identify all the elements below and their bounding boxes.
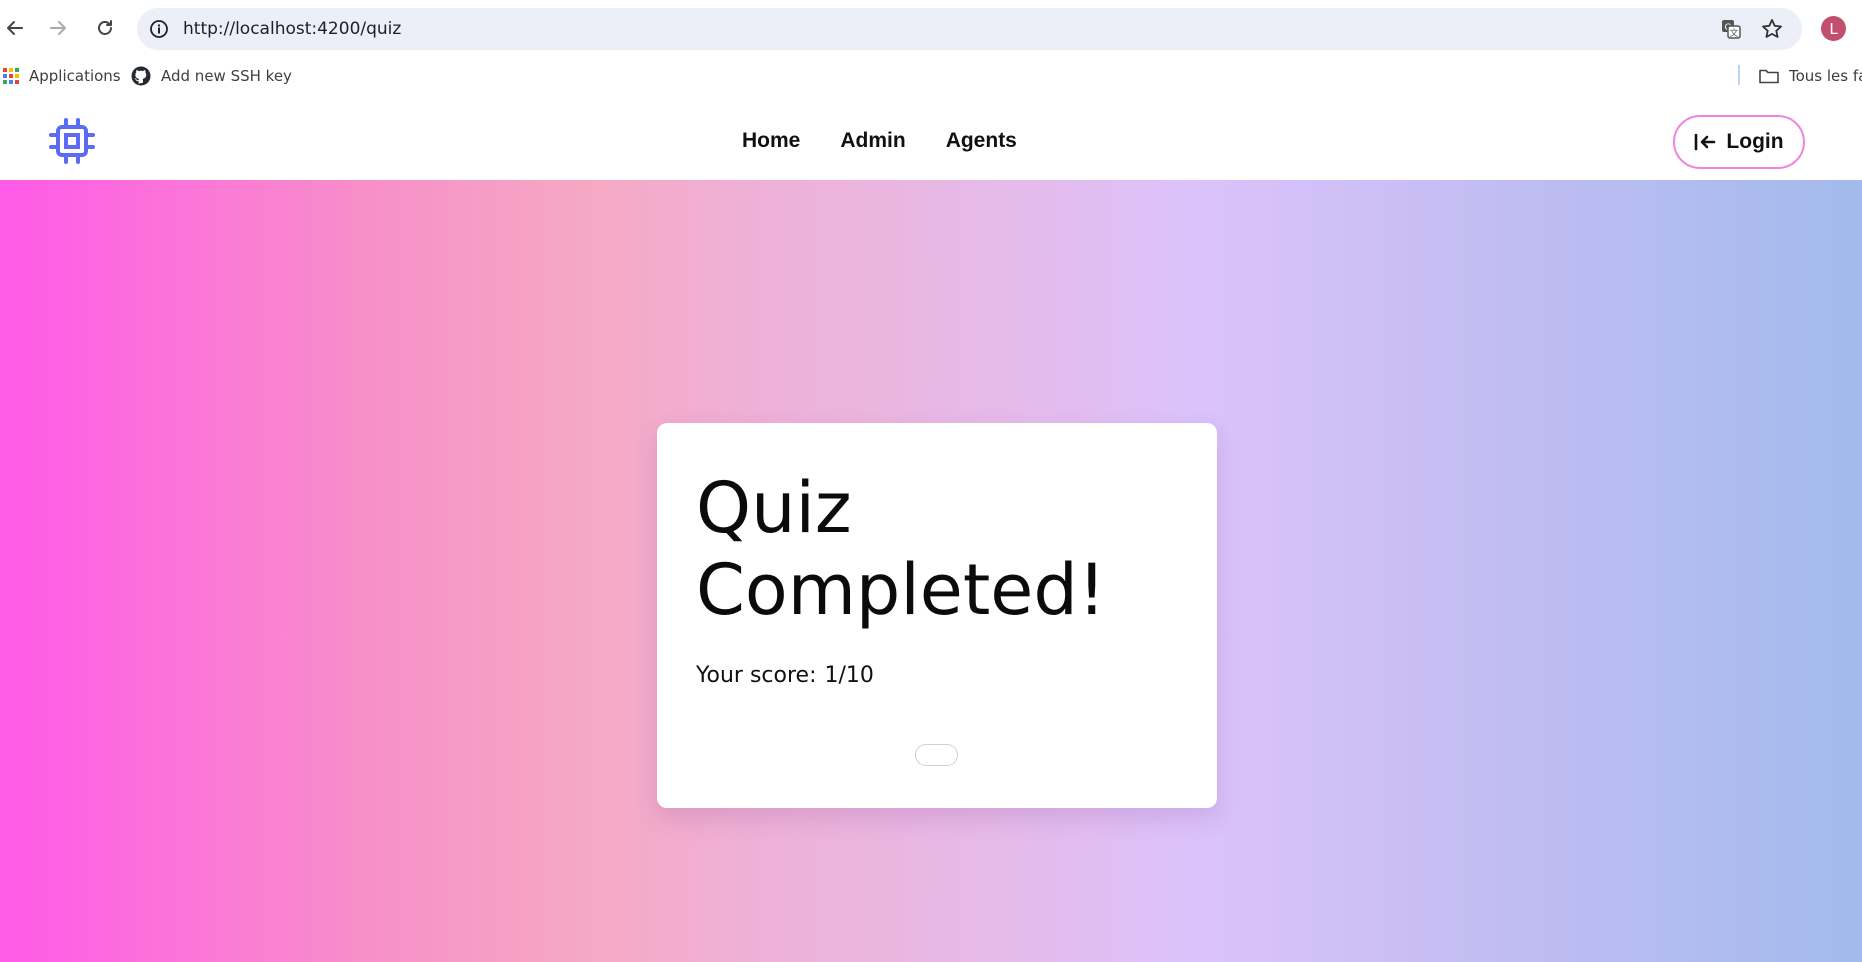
folder-icon (1759, 69, 1779, 84)
bookmark-folder-label: Tous les fav (1789, 67, 1862, 85)
browser-toolbar: http://localhost:4200/quiz G 文 L (0, 0, 1862, 58)
bookmarks-bar: Applications Add new SSH key Tous les fa… (0, 58, 1862, 94)
bookmark-add-ssh-key[interactable]: Add new SSH key (131, 65, 292, 87)
bookmark-label: Applications (29, 67, 121, 85)
bookmark-applications[interactable]: Applications (3, 65, 121, 87)
cpu-chip-icon[interactable] (49, 118, 95, 164)
score-line: Your score: 1/10 (696, 663, 874, 688)
github-icon (131, 66, 151, 86)
address-bar[interactable]: http://localhost:4200/quiz G 文 (137, 8, 1802, 50)
nav-agents[interactable]: Agents (946, 129, 1017, 153)
login-arrow-icon (1695, 133, 1716, 151)
empty-action-button[interactable] (915, 744, 958, 766)
bookmarks-separator (1738, 65, 1740, 85)
profile-avatar[interactable]: L (1821, 16, 1846, 41)
reload-button[interactable] (90, 13, 120, 43)
login-label: Login (1726, 130, 1784, 153)
score-value: 1/10 (824, 663, 874, 688)
nav-admin[interactable]: Admin (840, 129, 905, 153)
apps-grid-icon (3, 68, 19, 84)
url-text[interactable]: http://localhost:4200/quiz (183, 19, 401, 39)
reload-icon (98, 20, 112, 35)
login-button[interactable]: Login (1673, 115, 1805, 169)
star-icon[interactable] (1761, 18, 1783, 40)
info-icon[interactable] (149, 19, 169, 39)
quiz-completed-title: Quiz Completed! (696, 467, 1106, 631)
main-nav: Home Admin Agents (742, 129, 1017, 153)
site-header: Home Admin Agents Login (0, 94, 1862, 180)
forward-button[interactable] (43, 13, 73, 43)
svg-text:文: 文 (1729, 27, 1738, 39)
bookmark-folder-all[interactable]: Tous les fav (1759, 65, 1862, 87)
arrow-left-icon (7, 21, 23, 35)
score-label: Your score: (696, 663, 817, 688)
arrow-right-icon (50, 21, 66, 35)
translate-icon[interactable]: G 文 (1720, 18, 1742, 40)
nav-home[interactable]: Home (742, 129, 800, 153)
back-button[interactable] (0, 13, 30, 43)
quiz-result-card: Quiz Completed! Your score: 1/10 (657, 423, 1217, 808)
bookmark-label: Add new SSH key (161, 67, 292, 85)
